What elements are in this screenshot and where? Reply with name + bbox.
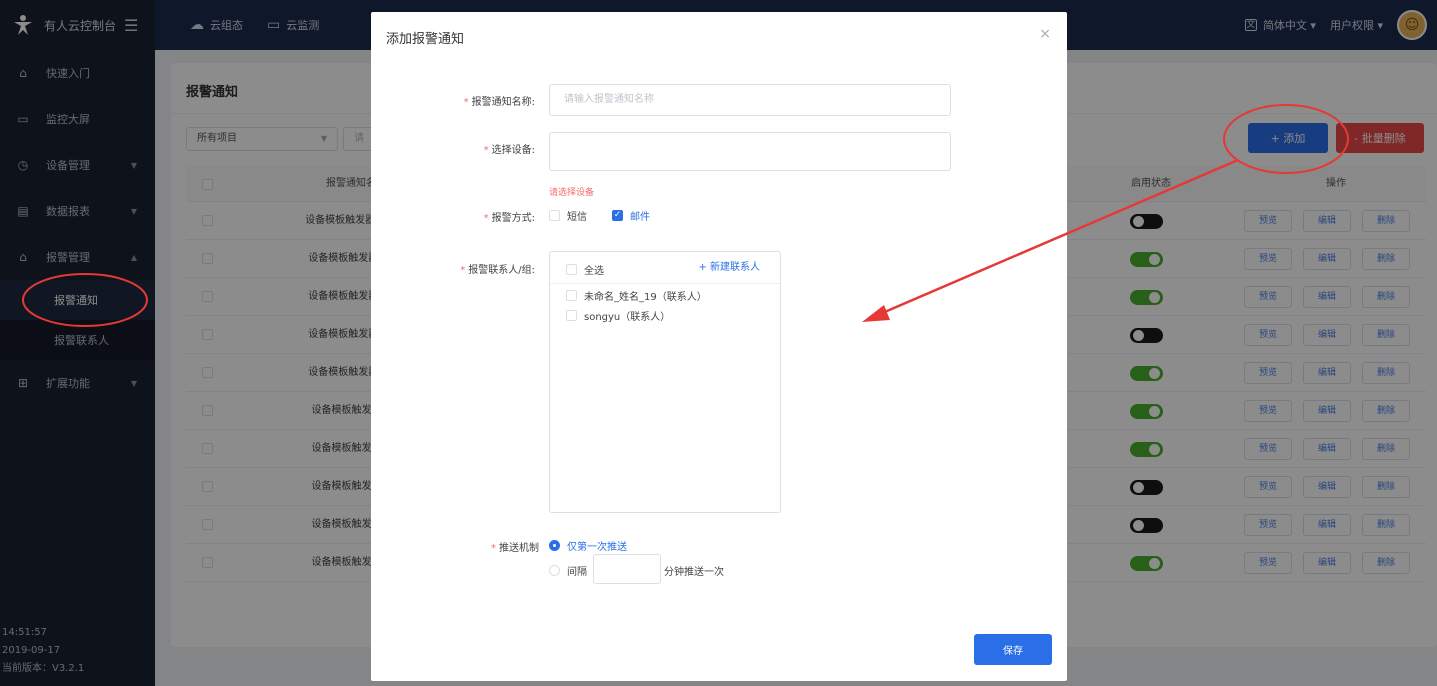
contact-option: songyu（联系人） — [566, 308, 670, 323]
checkbox-icon — [566, 310, 577, 321]
save-button[interactable]: 保存 — [974, 634, 1052, 665]
push-interval-suffix: 分钟推送一次 — [664, 567, 724, 578]
radio-icon — [549, 540, 560, 551]
push-interval-radio[interactable]: 间隔 — [549, 563, 587, 578]
contacts-field-label: * 报警联系人/组: — [460, 265, 535, 276]
checkbox-icon — [549, 210, 560, 221]
contact-item[interactable]: 未命名_姓名_19（联系人） — [550, 284, 780, 304]
checkbox-icon — [566, 290, 577, 301]
push-interval-suffix-wrap: 分钟推送一次 — [664, 563, 724, 578]
select-all-contacts[interactable]: 全选 — [566, 262, 604, 277]
add-alarm-dialog: 添加报警通知 × * 报警通知名称: 请输入报警通知名称 * 选择设备: 请选择设备… — [371, 12, 1067, 681]
alarm-name-input[interactable]: 请输入报警通知名称 — [549, 84, 951, 116]
contact-label: songyu（联系人） — [584, 312, 671, 323]
interval-minutes-input[interactable] — [593, 554, 661, 584]
contacts-header: 全选 + 新建联系人 — [550, 252, 780, 284]
contact-item[interactable]: songyu（联系人） — [550, 304, 780, 324]
contact-label: 未命名_姓名_19（联系人） — [584, 292, 707, 303]
method-field-label: * 报警方式: — [483, 213, 535, 224]
push-interval-prefix: 间隔 — [567, 567, 587, 578]
select-all-label: 全选 — [584, 266, 604, 277]
name-field-label: * 报警通知名称: — [463, 97, 535, 108]
device-field-label: * 选择设备: — [483, 145, 535, 156]
device-select[interactable] — [549, 132, 951, 171]
email-label: 邮件 — [630, 212, 650, 223]
sms-label: 短信 — [567, 212, 587, 223]
push-first-label: 仅第一次推送 — [567, 542, 627, 553]
radio-icon — [549, 565, 560, 576]
dialog-title: 添加报警通知 — [386, 32, 465, 47]
device-error-text: 请选择设备 — [549, 188, 595, 198]
close-icon[interactable]: × — [1039, 26, 1051, 42]
push-field-label: * 推送机制 — [491, 543, 539, 554]
check-icon: ✓ — [612, 210, 623, 221]
sms-checkbox[interactable]: 短信 — [549, 208, 587, 223]
email-checkbox[interactable]: ✓ 邮件 — [612, 208, 650, 223]
contact-option: 未命名_姓名_19（联系人） — [566, 288, 707, 303]
new-contact-link[interactable]: + 新建联系人 — [698, 252, 760, 284]
contacts-list: 全选 + 新建联系人 未命名_姓名_19（联系人） songyu（联系人） — [549, 251, 781, 513]
checkbox-icon — [566, 264, 577, 275]
push-first-radio[interactable]: 仅第一次推送 — [549, 538, 627, 553]
